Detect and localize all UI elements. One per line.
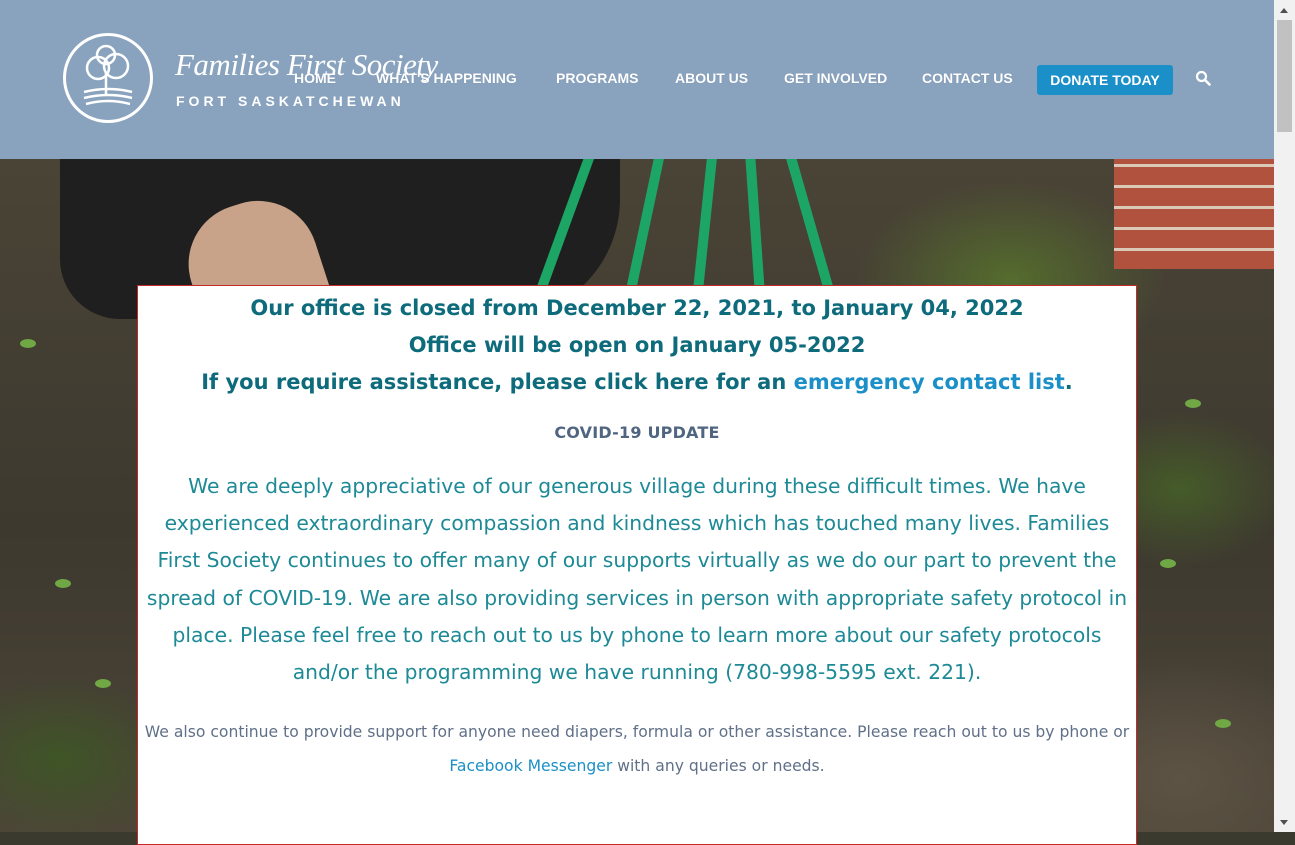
nav-about-us[interactable]: ABOUT US — [675, 70, 748, 86]
nav-home[interactable]: HOME — [294, 70, 336, 86]
page-scrollbar[interactable] — [1274, 0, 1295, 832]
emergency-contact-link[interactable]: emergency contact list — [794, 370, 1065, 394]
nav-get-involved[interactable]: GET INVOLVED — [784, 70, 887, 86]
leaf — [1215, 719, 1231, 728]
covid-update-heading: COVID-19 UPDATE — [554, 423, 720, 442]
site-header: Families First Society FORT SASKATCHEWAN… — [0, 0, 1274, 159]
closure-notice: Our office is closed from December 22, 2… — [137, 285, 1137, 845]
scroll-up-arrow-icon[interactable] — [1274, 0, 1295, 20]
support-paragraph: We also continue to provide support for … — [144, 715, 1130, 783]
nav-programs[interactable]: PROGRAMS — [556, 70, 638, 86]
assistance-text: If you require assistance, please click … — [201, 370, 794, 394]
assistance-period: . — [1064, 370, 1073, 394]
leaf — [20, 339, 36, 348]
donate-button[interactable]: DONATE TODAY — [1037, 65, 1173, 95]
notice-closure-line: Our office is closed from December 22, 2… — [250, 296, 1024, 320]
leaf — [95, 679, 111, 688]
tree-logo-icon — [63, 33, 153, 123]
nav-whats-happening[interactable]: WHAT'S HAPPENING — [376, 70, 517, 86]
leaf — [55, 579, 71, 588]
facebook-messenger-link[interactable]: Facebook Messenger — [449, 757, 612, 775]
nav-contact-us[interactable]: CONTACT US — [922, 70, 1013, 86]
green-bar — [624, 159, 666, 299]
brick-wall — [1114, 159, 1274, 269]
site-logo[interactable]: Families First Society FORT SASKATCHEWAN — [63, 33, 438, 128]
covid-update-body: We are deeply appreciative of our genero… — [146, 474, 1128, 685]
support-text-end: with any queries or needs. — [612, 757, 825, 776]
leaf — [1160, 559, 1176, 568]
green-bar — [744, 159, 766, 300]
support-text: We also continue to provide support for … — [144, 723, 1130, 742]
notice-reopen-line: Office will be open on January 05-2022 — [408, 333, 866, 357]
scrollbar-thumb[interactable] — [1277, 20, 1292, 132]
notice-assistance-line: If you require assistance, please click … — [138, 364, 1136, 401]
green-bar — [784, 159, 836, 298]
green-bar — [692, 159, 718, 300]
logo-subtitle: FORT SASKATCHEWAN — [176, 93, 405, 109]
leaf — [1185, 399, 1201, 408]
scroll-down-arrow-icon[interactable] — [1274, 812, 1295, 832]
search-icon[interactable] — [1195, 70, 1213, 88]
